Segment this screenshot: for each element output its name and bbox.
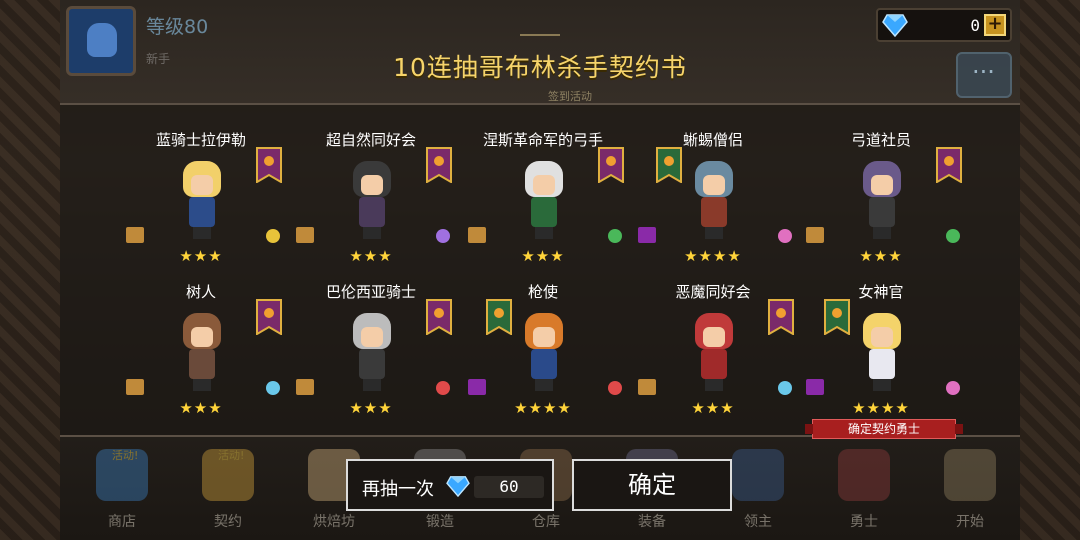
nav-item[interactable]: 开始 <box>930 447 1010 537</box>
class-banner-icon <box>426 299 452 335</box>
class-banner-icon <box>486 299 512 335</box>
gem-icon <box>446 476 470 497</box>
contract-scroll-icon <box>468 227 486 243</box>
contract-scroll-icon <box>638 227 656 243</box>
confirm-button[interactable]: 确定 <box>572 459 732 511</box>
hero-sprite <box>171 155 231 241</box>
nav-label: 烘焙坊 <box>313 514 355 530</box>
hero-card[interactable]: 树人 ★★★ <box>116 281 286 431</box>
class-banner-icon <box>936 147 962 183</box>
contract-scroll-icon <box>468 379 486 395</box>
dialog-subtitle: 签到活动 <box>548 90 592 103</box>
element-icon <box>608 229 622 243</box>
summon-results-panel: 蓝骑士拉伊勒 ★★★ 超自然同好会 ★★★ 涅斯革命军的弓手 ★★★ 蜥蜴僧侣 … <box>60 103 1020 437</box>
nav-badge: 活动! <box>218 449 245 462</box>
nav-label: 装备 <box>638 514 666 530</box>
hero-sprite <box>171 307 231 393</box>
element-icon <box>946 229 960 243</box>
hero-card[interactable]: 弓道社员 ★★★ <box>796 129 966 279</box>
nav-label: 勇士 <box>850 514 878 530</box>
hero-stars: ★★★★ <box>514 399 572 417</box>
nav-item[interactable]: 活动! 契约 <box>188 447 268 537</box>
gem-balance: 0 + <box>876 8 1012 42</box>
class-banner-icon <box>824 299 850 335</box>
nav-badge: 活动! <box>112 449 139 462</box>
nav-label: 锻造 <box>426 514 454 530</box>
hero-sprite <box>683 307 743 393</box>
summon-again-button[interactable]: 再抽一次 60 <box>346 459 554 511</box>
hero-stars: ★★★ <box>521 247 565 265</box>
class-banner-icon <box>256 299 282 335</box>
hero-stars: ★★★ <box>179 399 223 417</box>
contract-scroll-icon <box>296 227 314 243</box>
nav-item[interactable]: 勇士 <box>824 447 904 537</box>
class-banner-icon <box>768 299 794 335</box>
hero-card[interactable]: 蓝骑士拉伊勒 ★★★ <box>116 129 286 279</box>
nav-label: 开始 <box>956 514 984 530</box>
hero-sprite <box>513 155 573 241</box>
nav-label: 仓库 <box>532 514 560 530</box>
nav-icon <box>944 449 996 501</box>
hero-name: 枪使 <box>527 283 558 301</box>
hero-sprite <box>341 307 401 393</box>
element-icon <box>778 229 792 243</box>
class-banner-icon <box>256 147 282 183</box>
hero-card[interactable]: 蜥蜴僧侣 ★★★★ <box>628 129 798 279</box>
element-icon <box>266 381 280 395</box>
contract-scroll-icon <box>126 227 144 243</box>
nav-item[interactable]: 活动! 商店 <box>82 447 162 537</box>
contract-scroll-icon <box>806 379 824 395</box>
hero-stars: ★★★ <box>349 247 393 265</box>
hero-sprite <box>683 155 743 241</box>
summon-again-cost: 60 <box>474 476 544 498</box>
player-level: 等级80 <box>146 16 209 38</box>
element-icon <box>946 381 960 395</box>
hero-stars: ★★★ <box>349 399 393 417</box>
hero-sprite <box>851 307 911 393</box>
title-ornament <box>520 34 560 44</box>
class-banner-icon <box>598 147 624 183</box>
hero-sprite <box>341 155 401 241</box>
hero-card[interactable]: 恶魔同好会 ★★★ <box>628 281 798 431</box>
hero-stars: ★★★★ <box>684 247 742 265</box>
hero-stars: ★★★★ <box>852 399 910 417</box>
element-icon <box>266 229 280 243</box>
element-icon <box>608 381 622 395</box>
class-banner-icon <box>656 147 682 183</box>
element-icon <box>436 229 450 243</box>
nav-label: 商店 <box>108 514 136 530</box>
hero-sprite <box>513 307 573 393</box>
hero-card[interactable]: 涅斯革命军的弓手 ★★★ <box>458 129 628 279</box>
hero-card[interactable]: 女神官 ★★★★ <box>796 281 966 431</box>
nav-label: 契约 <box>214 514 242 530</box>
nav-icon <box>838 449 890 501</box>
element-icon <box>436 381 450 395</box>
hero-card[interactable]: 枪使 ★★★★ <box>458 281 628 431</box>
gem-count: 0 <box>970 16 980 35</box>
nav-icon <box>732 449 784 501</box>
add-gems-button[interactable]: + <box>984 14 1006 36</box>
element-icon <box>778 381 792 395</box>
confirm-hero-ribbon: 确定契约勇士 <box>805 419 963 439</box>
contract-scroll-icon <box>806 227 824 243</box>
hero-sprite <box>851 155 911 241</box>
dialog-title: 10连抽哥布林杀手契约书 <box>393 53 687 82</box>
nav-label: 领主 <box>744 514 772 530</box>
hero-name: 蜥蜴僧侣 <box>682 131 743 149</box>
contract-scroll-icon <box>296 379 314 395</box>
hero-stars: ★★★ <box>859 247 903 265</box>
hero-stars: ★★★ <box>691 399 735 417</box>
class-banner-icon <box>426 147 452 183</box>
hero-name: 女神官 <box>858 283 904 301</box>
hero-stars: ★★★ <box>179 247 223 265</box>
hero-card[interactable]: 巴伦西亚骑士 ★★★ <box>286 281 456 431</box>
hero-card[interactable]: 超自然同好会 ★★★ <box>286 129 456 279</box>
contract-scroll-icon <box>638 379 656 395</box>
gem-icon <box>882 14 908 37</box>
contract-scroll-icon <box>126 379 144 395</box>
summon-again-label: 再抽一次 <box>362 479 434 500</box>
